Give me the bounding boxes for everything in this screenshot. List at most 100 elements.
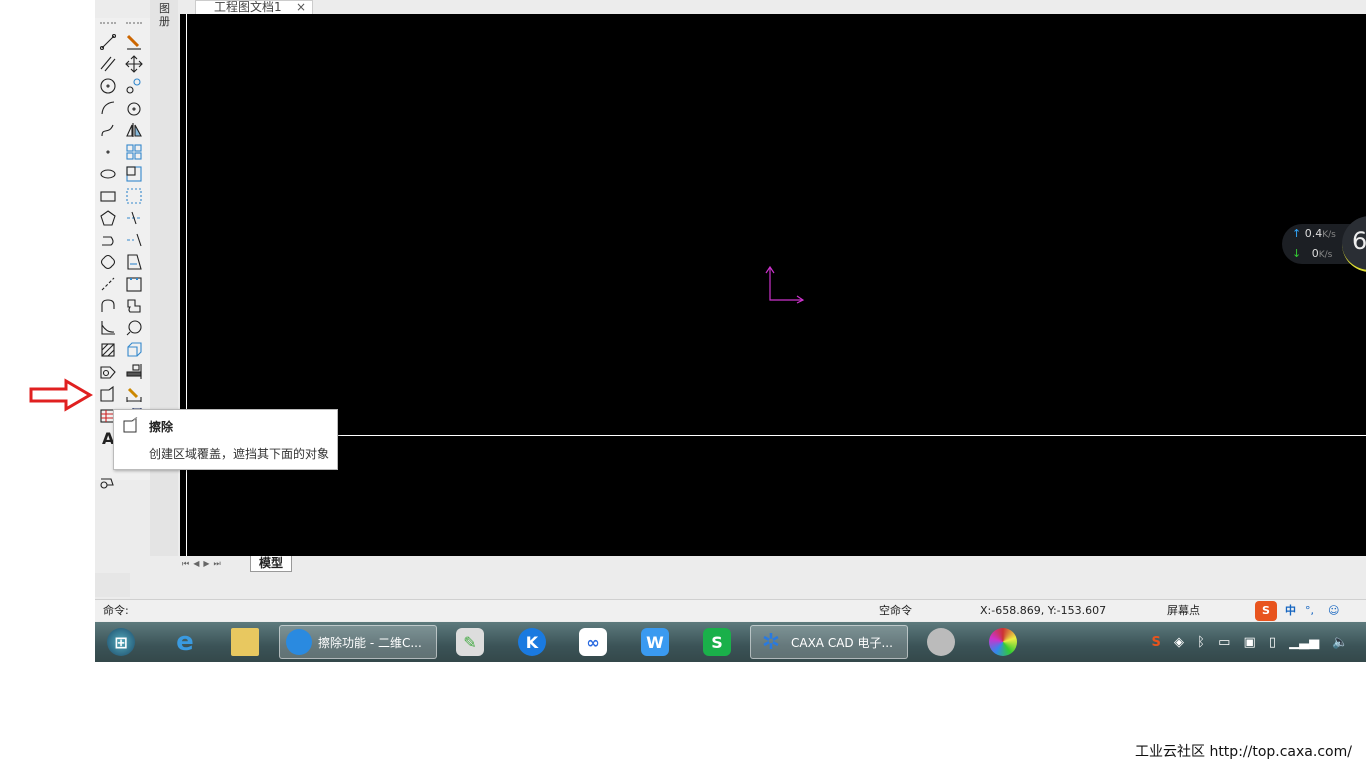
canvas-border-line (186, 14, 187, 556)
ucs-axis-icon (765, 265, 805, 304)
tool-hatch-button[interactable] (98, 340, 118, 360)
kugou-icon[interactable]: K (512, 625, 552, 659)
tool-spline-button[interactable] (98, 120, 118, 140)
brush-icon (126, 34, 141, 50)
tool-align-button[interactable] (124, 362, 144, 382)
tool-circle-button[interactable] (98, 76, 118, 96)
tool-trim-button[interactable] (124, 208, 144, 228)
toolbar-grip[interactable] (100, 22, 116, 24)
stretch-icon (127, 254, 142, 270)
sheet-nav-buttons[interactable]: ⏮◀▶⏭ (182, 559, 225, 569)
shield-icon[interactable]: ◈ (1174, 635, 1184, 650)
app-icon[interactable] (921, 625, 961, 659)
tool-rotate-button[interactable] (124, 98, 144, 118)
tool-parallel-line-button[interactable] (98, 54, 118, 74)
battery-icon[interactable]: ▯ (1269, 635, 1276, 650)
window-label: CAXA CAD 电子... (791, 635, 893, 650)
tool-contour-button[interactable] (98, 362, 118, 382)
tool-block-button[interactable] (98, 472, 118, 492)
trim-icon (127, 211, 141, 225)
tool-centerline-button[interactable] (98, 274, 118, 294)
tool-stretch-button[interactable] (124, 252, 144, 272)
tool-fillet-button[interactable] (124, 296, 144, 316)
ime-punct[interactable]: °, (1305, 600, 1314, 621)
document-tab-title: 工程图文档1 (214, 0, 282, 14)
panel-grip[interactable] (95, 573, 130, 597)
zoom-icon (126, 320, 142, 336)
spline-icon (101, 124, 114, 137)
start-button[interactable]: ⊞ (101, 625, 141, 659)
tool-scale-button[interactable] (124, 164, 144, 184)
close-icon[interactable]: × (296, 1, 306, 13)
tool-mirror-button[interactable] (124, 120, 144, 140)
tool-array-button[interactable] (124, 142, 144, 162)
sheet-tab-model[interactable]: 模型 (250, 556, 293, 572)
paint-icon[interactable]: ✎ (450, 625, 490, 659)
tool-move-button[interactable] (124, 54, 144, 74)
command-prompt[interactable]: 命令: (103, 600, 129, 621)
tool-extend-button[interactable] (124, 230, 144, 250)
tool-polygon-button[interactable] (98, 208, 118, 228)
tool-break-button[interactable] (124, 274, 144, 294)
network-icon[interactable]: ▭ (1218, 635, 1230, 650)
signal-icon[interactable]: ▁▃▅ (1289, 635, 1319, 650)
speed-gauge[interactable]: 6 (1342, 216, 1366, 272)
side-panel-tab[interactable]: 图册 (159, 2, 173, 28)
explorer-icon[interactable] (225, 625, 265, 659)
unit: K/s (1322, 230, 1336, 240)
caxa-icon: ✲ (761, 629, 781, 655)
tool-point-button[interactable] (98, 142, 118, 162)
tool-polyline-button[interactable] (98, 230, 118, 250)
polygon-icon (100, 210, 116, 226)
wps-writer-icon[interactable]: W (635, 625, 675, 659)
tool-rectangle-button[interactable] (98, 186, 118, 206)
bluetooth-icon[interactable]: ᛒ (1197, 635, 1205, 650)
ime-mode[interactable]: 中 (1285, 600, 1296, 621)
baidu-netdisk-icon[interactable]: ∞ (573, 625, 613, 659)
tool-zoom-button[interactable] (124, 318, 144, 338)
snap-mode[interactable]: 屏幕点 (1167, 600, 1200, 621)
network-speed-widget: ↑ 0.4K/s ↓ 0K/s 6 (1282, 216, 1366, 272)
taskbar-window-caxa[interactable]: ✲ CAXA CAD 电子... (750, 625, 908, 659)
array-icon (126, 144, 142, 160)
equidistant-icon (101, 299, 115, 312)
toolbar-grip[interactable] (126, 22, 142, 24)
break-icon (126, 277, 142, 292)
tool-equidistant-button[interactable] (98, 296, 118, 316)
tool-cloud-line-button[interactable] (98, 252, 118, 272)
tooltip-title: 擦除 (149, 420, 174, 434)
download-speed: 0 (1311, 247, 1319, 260)
browser-icon (286, 629, 312, 655)
tool-copy-button[interactable] (124, 76, 144, 96)
cloud-line-icon (100, 254, 116, 270)
tool-dimension-edit-button[interactable] (124, 384, 144, 404)
tool-curve-button[interactable] (98, 318, 118, 338)
tool-line-button[interactable] (98, 32, 118, 52)
contour-icon (100, 366, 116, 379)
canvas-line (186, 435, 1366, 436)
taskbar-window-browser[interactable]: 擦除功能 - 二维C... (279, 625, 437, 659)
ie-icon[interactable]: e (165, 625, 205, 659)
window-label: 擦除功能 - 二维C... (318, 635, 422, 650)
tool-arc-button[interactable] (98, 98, 118, 118)
wps-sheets-icon[interactable]: S (697, 625, 737, 659)
media-icon[interactable] (983, 625, 1023, 659)
sogou-ime-icon[interactable]: S (1255, 601, 1277, 621)
ime-emoji[interactable]: ☺ (1328, 600, 1339, 621)
arc-icon (101, 101, 115, 115)
tool-ellipse-button[interactable] (98, 164, 118, 184)
red-arrow-annotation (29, 378, 93, 412)
parallel-line-icon (100, 56, 116, 72)
document-tab[interactable]: 工程图文档1 × (195, 0, 313, 14)
tool-crop-button[interactable] (124, 186, 144, 206)
caxa-cad-window: A 图册 工程图文档1 × ⏮◀▶⏭ 模型 命令: 空命令 X:-658.869… (95, 0, 1366, 662)
tool-brush-button[interactable] (124, 32, 144, 52)
tool-wipeout-button[interactable] (98, 384, 118, 404)
volume-icon[interactable]: 🔈 (1332, 635, 1348, 650)
disk-icon[interactable]: ▣ (1243, 635, 1255, 650)
drawing-canvas[interactable] (180, 14, 1366, 556)
watermark-caption: 工业云社区 http://top.caxa.com/ (1135, 744, 1352, 760)
tool-3d-view-button[interactable] (124, 340, 144, 360)
side-panel: 图册 (150, 0, 178, 556)
sogou-tray-icon[interactable]: S (1152, 635, 1161, 650)
